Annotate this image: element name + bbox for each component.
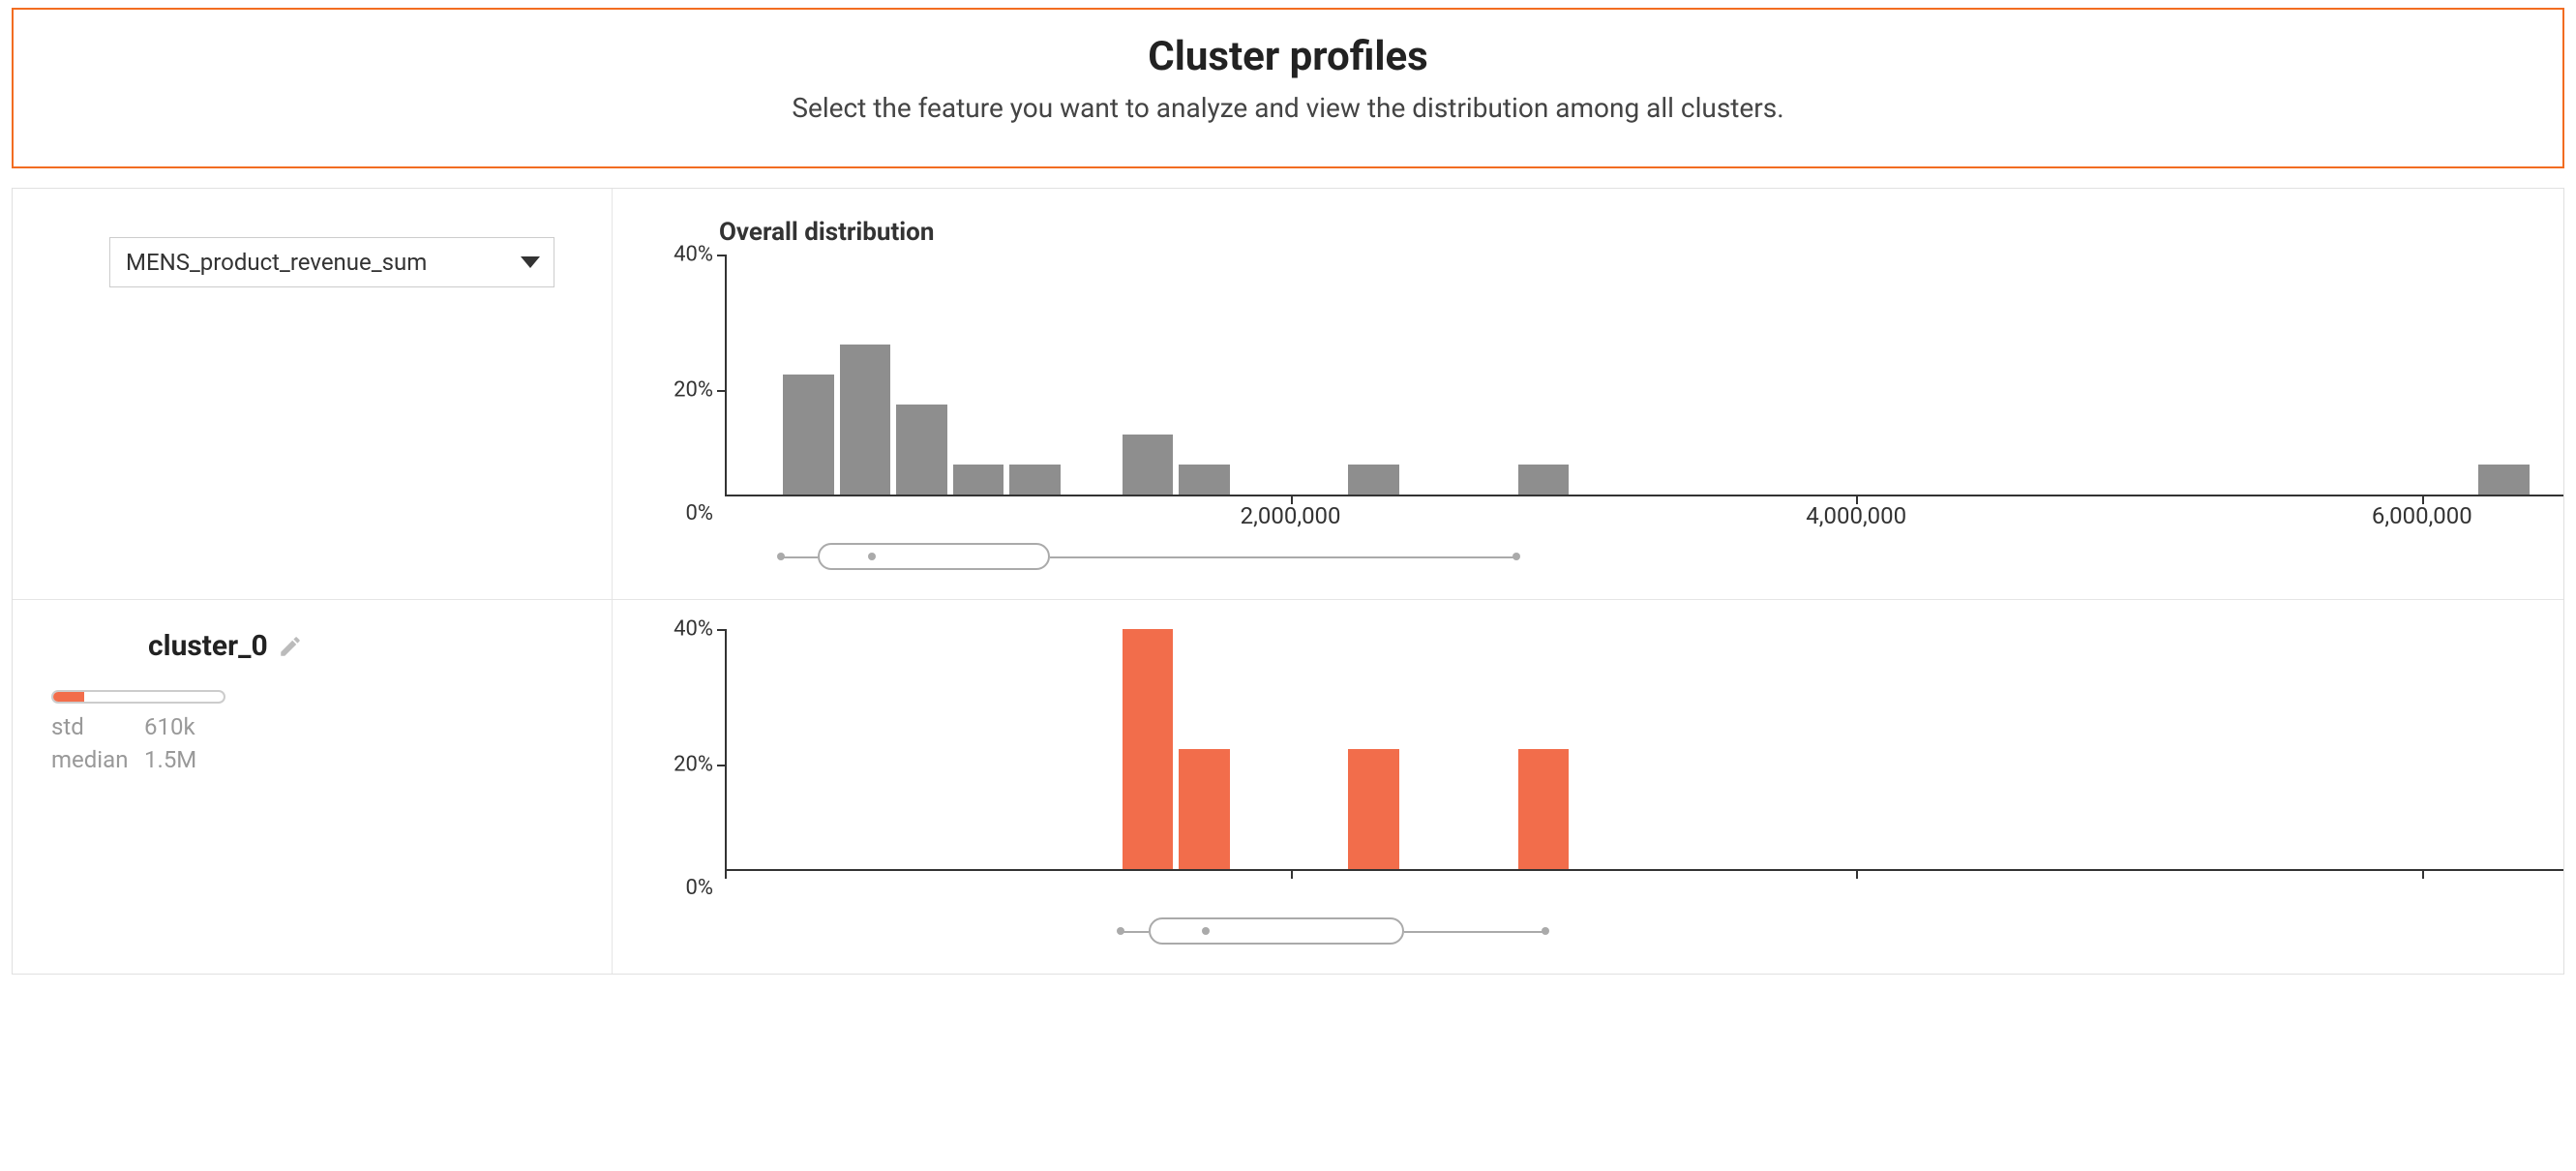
y-tick: 20% xyxy=(674,378,713,403)
overall-plot-region xyxy=(725,255,2563,496)
cluster-x-axis xyxy=(725,871,2563,900)
overall-chart-col: Overall distribution 40% 20% 0% 2,000,00… xyxy=(613,189,2576,599)
overall-y-axis: 40% 20% 0% xyxy=(651,255,725,525)
bar xyxy=(1179,749,1230,869)
x-tick: 4,000,000 xyxy=(1806,502,1906,529)
bar xyxy=(1009,465,1061,495)
stat-std: std 610k xyxy=(51,713,573,740)
page-subtitle: Select the feature you want to analyze a… xyxy=(33,92,2543,124)
cluster-chart-col: 40% 20% 0% xyxy=(613,600,2576,974)
stat-label: std xyxy=(51,713,133,740)
y-tick: 20% xyxy=(674,753,713,777)
feature-select-value: MENS_product_revenue_sum xyxy=(126,249,427,276)
bar xyxy=(1179,465,1230,495)
chevron-down-icon xyxy=(521,256,540,268)
bar xyxy=(2478,465,2530,495)
stat-label: median xyxy=(51,746,133,773)
overall-chart-title: Overall distribution xyxy=(719,218,2563,247)
stat-value: 610k xyxy=(144,713,195,740)
cluster-name: cluster_0 xyxy=(148,629,268,663)
cluster-y-axis: 40% 20% 0% xyxy=(651,629,725,900)
bar xyxy=(840,345,891,495)
row-overall: MENS_product_revenue_sum Overall distrib… xyxy=(13,189,2563,600)
bar xyxy=(1518,465,1570,495)
bar xyxy=(783,375,834,495)
stat-value: 1.5M xyxy=(144,746,196,773)
bar xyxy=(1348,465,1399,495)
y-tick: 40% xyxy=(674,243,713,267)
cluster-plot-region xyxy=(725,629,2563,871)
overall-boxplot xyxy=(725,543,2563,570)
y-tick: 0% xyxy=(686,501,713,525)
std-bar-fill xyxy=(53,692,84,702)
y-tick: 40% xyxy=(674,617,713,642)
stat-median: median 1.5M xyxy=(51,746,573,773)
overall-x-axis: 2,000,0004,000,0006,000,000 xyxy=(725,496,2563,525)
bar xyxy=(1123,629,1174,869)
feature-select[interactable]: MENS_product_revenue_sum xyxy=(109,237,554,287)
bar xyxy=(896,405,947,495)
bar xyxy=(953,465,1004,495)
row-cluster-0: cluster_0 std 610k median 1.5M 40% xyxy=(13,600,2563,974)
left-col-overall: MENS_product_revenue_sum xyxy=(13,189,613,599)
overall-chart: 40% 20% 0% 2,000,0004,000,0006,000,000 xyxy=(651,255,2563,525)
bar xyxy=(1348,749,1399,869)
x-tick: 6,000,000 xyxy=(2372,502,2472,529)
std-bar xyxy=(51,690,225,704)
cluster-boxplot xyxy=(725,917,2563,945)
page-title: Cluster profiles xyxy=(33,33,2543,80)
cluster-chart: 40% 20% 0% xyxy=(651,629,2563,900)
bar xyxy=(1123,435,1174,495)
y-tick: 0% xyxy=(686,876,713,900)
header-banner: Cluster profiles Select the feature you … xyxy=(12,8,2564,168)
edit-icon[interactable] xyxy=(278,634,303,659)
x-tick: 2,000,000 xyxy=(1241,502,1341,529)
cluster-name-row: cluster_0 xyxy=(148,629,573,663)
left-col-cluster-0: cluster_0 std 610k median 1.5M xyxy=(13,600,613,974)
bar xyxy=(1518,749,1570,869)
main-panel: MENS_product_revenue_sum Overall distrib… xyxy=(12,188,2564,975)
